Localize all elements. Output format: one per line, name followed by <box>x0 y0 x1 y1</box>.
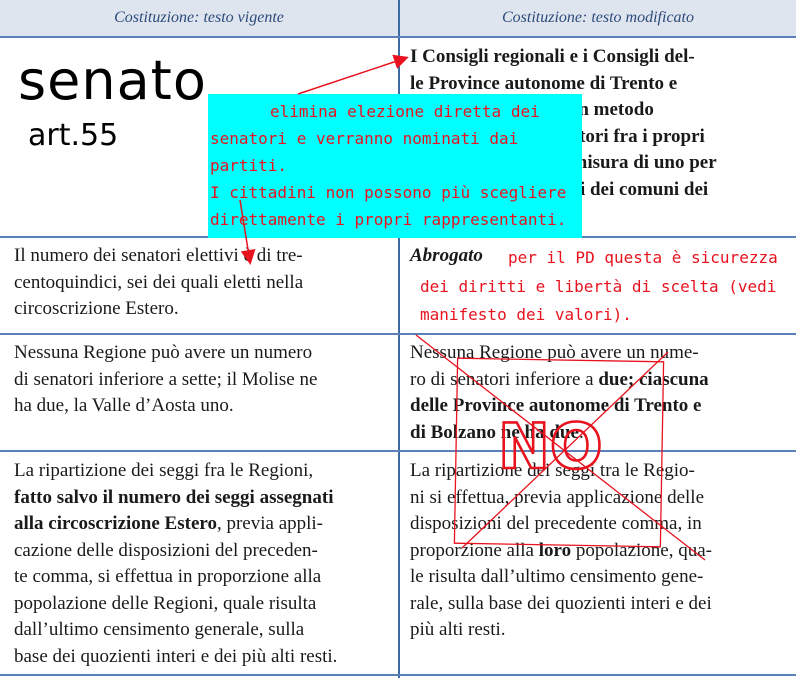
row-divider <box>0 333 796 335</box>
row2-vigente-text: Il numero dei senatori elettivi è di tre… <box>14 245 304 319</box>
row-divider <box>0 36 796 38</box>
pd-annotation-line: per il PD questa è sicurezza <box>508 248 778 267</box>
row-divider <box>0 450 796 452</box>
row-divider <box>0 674 796 676</box>
row3-vigente-text: Nessuna Regione può avere un numero di s… <box>14 342 318 416</box>
row3-modificato-text: Nessuna Regione può avere un nume- ro di… <box>410 342 709 443</box>
pd-annotation-line: dei diritti e libertà di scelta (vedi <box>420 277 777 296</box>
header-modificato: Costituzione: testo modificato <box>400 0 796 36</box>
pd-annotation-line: manifesto dei valori). <box>420 305 632 324</box>
arrow-to-modificato <box>297 54 409 95</box>
row4-modificato-text: La ripartizione dei seggi tra le Regio- … <box>410 460 712 640</box>
handwritten-article: art.55 <box>28 118 119 153</box>
handwritten-senato: senato <box>18 49 207 112</box>
abrogato-label: Abrogato <box>410 245 483 266</box>
annotation-note: elimina elezione diretta dei senatori e … <box>208 94 582 238</box>
header-vigente: Costituzione: testo vigente <box>0 0 398 36</box>
row4-vigente-text: La ripartizione dei seggi fra le Regioni… <box>14 460 338 667</box>
